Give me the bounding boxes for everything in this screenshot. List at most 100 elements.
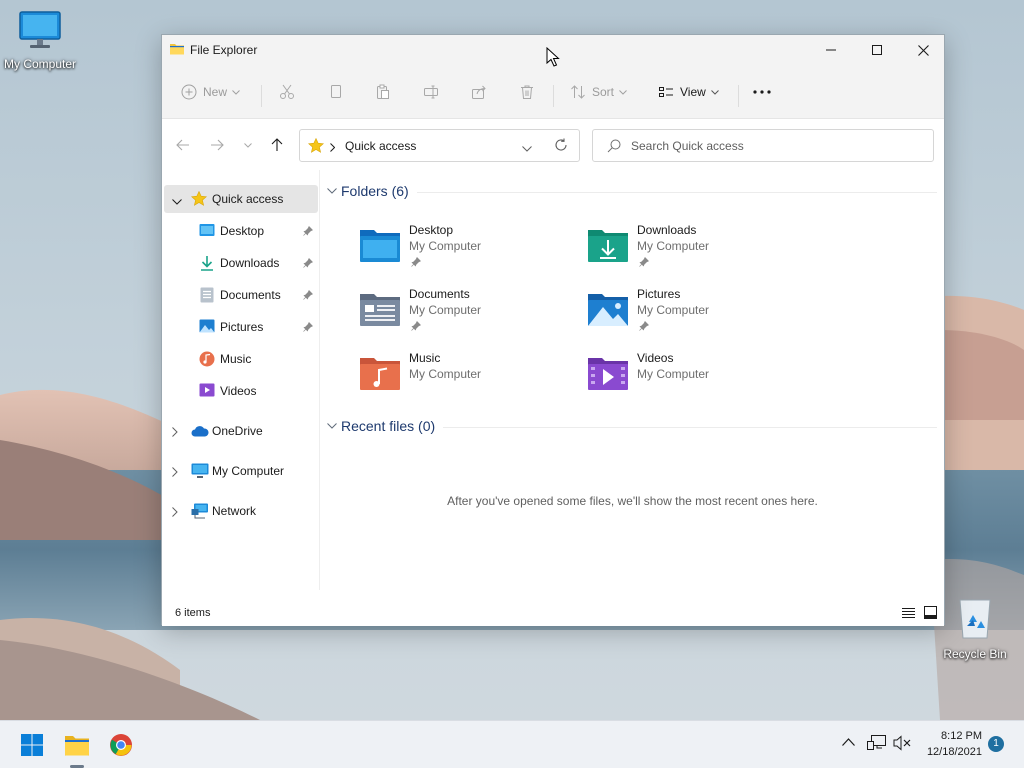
taskbar-chrome-button[interactable] (105, 729, 137, 761)
chevron-up-icon (842, 738, 855, 746)
recent-files-group-header[interactable]: Recent files (0) (327, 416, 435, 436)
tiles-view-button[interactable] (924, 606, 937, 622)
show-hidden-icons-button[interactable] (842, 735, 855, 749)
cut-button[interactable] (279, 79, 295, 105)
chevron-down-icon (619, 89, 627, 95)
desktop-folder-icon (359, 227, 401, 266)
folder-tile-videos[interactable]: Videos My Computer (587, 351, 807, 407)
folder-name: Downloads (637, 223, 697, 237)
delete-button[interactable] (519, 79, 535, 105)
view-label: View (680, 85, 706, 99)
nav-item-documents[interactable]: Documents (164, 281, 318, 309)
status-bar: 6 items (162, 602, 944, 626)
paste-button[interactable] (375, 79, 391, 105)
network-status-button[interactable] (867, 735, 887, 754)
folder-tile-downloads[interactable]: Downloads My Computer (587, 223, 807, 279)
desktop-folder-icon (199, 223, 215, 240)
nav-item-pictures[interactable]: Pictures (164, 313, 318, 341)
chevron-down-icon (327, 423, 337, 429)
mouse-cursor (546, 46, 560, 70)
recent-files-header-label: Recent files (0) (341, 418, 436, 434)
nav-item-music[interactable]: Music (164, 345, 318, 373)
folder-tile-music[interactable]: Music My Computer (359, 351, 579, 407)
search-box[interactable] (592, 129, 934, 162)
back-button[interactable] (172, 135, 194, 155)
chevron-down-icon[interactable] (522, 141, 532, 155)
chevron-down-icon (244, 142, 252, 148)
desktop-icon-recycle-bin[interactable]: Recycle Bin (935, 596, 1015, 661)
nav-item-label: Music (220, 352, 252, 366)
minimize-button[interactable] (808, 35, 854, 65)
nav-item-label: OneDrive (212, 424, 263, 438)
folder-tile-documents[interactable]: Documents My Computer (359, 287, 579, 343)
more-options-button[interactable] (753, 79, 771, 105)
divider (261, 85, 262, 107)
network-icon (191, 503, 209, 522)
folder-name: Pictures (637, 287, 681, 301)
nav-item-label: Desktop (220, 224, 265, 238)
rename-button[interactable] (423, 79, 439, 105)
start-button[interactable] (16, 729, 48, 761)
folder-location: My Computer (637, 239, 710, 253)
rename-icon (424, 85, 438, 99)
taskbar-file-explorer-button[interactable] (61, 729, 93, 761)
nav-item-downloads[interactable]: Downloads (164, 249, 318, 277)
pin-icon (303, 289, 314, 303)
chevron-right-icon[interactable] (172, 506, 178, 520)
folder-location: My Computer (409, 367, 482, 381)
folder-tile-pictures[interactable]: Pictures My Computer (587, 287, 807, 343)
close-icon (917, 44, 929, 56)
breadcrumb[interactable]: Quick access (345, 139, 416, 153)
nav-item-label: Network (212, 504, 257, 518)
nav-item-onedrive[interactable]: OneDrive (164, 417, 318, 445)
recent-locations-button[interactable] (237, 135, 259, 155)
desktop-icon-my-computer[interactable]: My Computer (0, 10, 80, 71)
details-view-button[interactable] (902, 606, 915, 622)
close-button[interactable] (900, 35, 946, 65)
clock[interactable]: 8:12 PM 12/18/2021 (912, 728, 982, 760)
sort-icon (571, 85, 585, 99)
desktop-icon-label: My Computer (3, 57, 77, 71)
folders-header-label: Folders (6) (341, 183, 409, 199)
pin-icon (411, 256, 422, 270)
new-label: New (203, 85, 228, 99)
chevron-right-icon[interactable] (172, 426, 178, 440)
copy-button[interactable] (328, 79, 344, 105)
chevron-down-icon[interactable] (172, 194, 182, 208)
cut-icon (280, 84, 294, 99)
refresh-icon[interactable] (554, 138, 568, 155)
document-icon (200, 287, 214, 306)
address-bar[interactable]: Quick access (299, 129, 580, 162)
video-folder-icon (587, 355, 629, 394)
new-button[interactable]: New (181, 79, 240, 105)
folder-tile-desktop[interactable]: Desktop My Computer (359, 223, 579, 279)
nav-item-network[interactable]: Network (164, 497, 318, 525)
nav-item-label: Downloads (220, 256, 280, 270)
nav-item-label: Pictures (220, 320, 264, 334)
forward-button[interactable] (206, 135, 228, 155)
up-button[interactable] (266, 135, 288, 155)
chevron-down-icon (327, 188, 337, 194)
nav-item-quick-access[interactable]: Quick access (164, 185, 318, 213)
divider (553, 85, 554, 107)
search-input[interactable] (631, 137, 921, 155)
chevron-right-icon[interactable] (172, 466, 178, 480)
share-button[interactable] (471, 79, 487, 105)
chrome-icon (110, 734, 132, 756)
divider (417, 192, 937, 193)
maximize-button[interactable] (854, 35, 900, 65)
nav-item-videos[interactable]: Videos (164, 377, 318, 405)
volume-button[interactable] (893, 735, 911, 754)
command-bar: New Sort View (162, 65, 944, 119)
volume-muted-icon (893, 735, 911, 751)
view-button[interactable]: View (658, 79, 719, 105)
pin-icon (639, 256, 650, 270)
sort-button[interactable]: Sort (570, 79, 627, 105)
folders-group-header[interactable]: Folders (6) (327, 181, 409, 201)
divider (738, 85, 739, 107)
nav-item-desktop[interactable]: Desktop (164, 217, 318, 245)
folder-name: Documents (409, 287, 470, 301)
plus-icon (181, 84, 197, 100)
notification-badge[interactable]: 1 (988, 736, 1004, 752)
nav-item-my-computer[interactable]: My Computer (164, 457, 318, 485)
